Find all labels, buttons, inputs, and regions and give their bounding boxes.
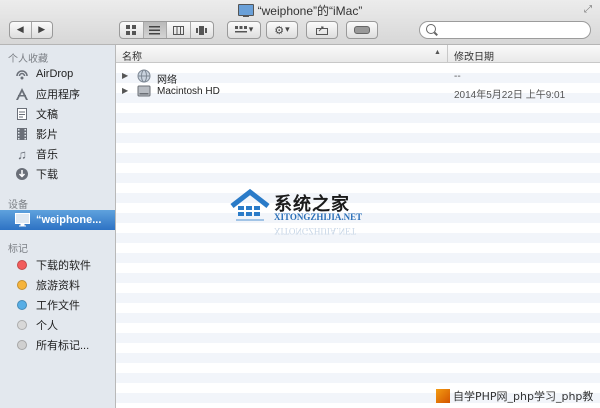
list-view-button[interactable] [143, 22, 167, 38]
hard-drive-icon [137, 84, 151, 98]
nav-buttons: ◀ ▶ [9, 21, 53, 39]
sidebar-item-label: 旅游资料 [36, 280, 80, 292]
file-date: -- [454, 71, 461, 82]
sidebar-tag-all[interactable]: 所有标记... [0, 335, 115, 355]
list-view-icon [149, 25, 161, 34]
sidebar-item-label: AirDrop [36, 68, 74, 80]
applications-icon [14, 86, 30, 102]
sidebar-item-label: 个人 [36, 320, 58, 332]
house-logo-icon [230, 188, 270, 221]
footer-watermark: 自学PHP网_php学习_php教 [436, 385, 600, 407]
blue-tag-icon [14, 297, 30, 313]
search-field[interactable] [419, 21, 591, 39]
sidebar-item-imac[interactable]: “weiphone... [0, 210, 115, 230]
sidebar-item-label: 文稿 [36, 109, 58, 121]
gray-tag-icon [14, 337, 30, 353]
column-divider[interactable] [447, 45, 448, 62]
sidebar-item-documents[interactable]: 文稿 [0, 104, 115, 124]
column-header: 名称 ▲ 修改日期 [116, 45, 600, 63]
sidebar-header-devices: 设备 [8, 200, 28, 211]
watermark-url: XITONGZHIJIA.NET [274, 212, 363, 222]
sidebar-item-label: 影片 [36, 129, 58, 141]
chevron-right-icon: ▶ [38, 25, 46, 35]
sidebar-tag-personal[interactable]: 个人 [0, 315, 115, 335]
share-button[interactable] [306, 21, 338, 39]
icon-view-button[interactable] [120, 22, 144, 38]
finder-window: “weiphone”的“iMac” ⤢ ◀ ▶ ▾ ⚙ ▾ 个人收藏 AirDr… [0, 0, 600, 408]
red-tag-icon [14, 257, 30, 273]
list-row-macintosh-hd[interactable]: ▶ Macintosh HD 2014年5月22日 上午9:01 [116, 84, 600, 101]
watermark: 系统之家 XITONGZHIJIA.NET XITONGZHIJIA.NET [228, 188, 378, 238]
sidebar-item-label: 工作文件 [36, 300, 80, 312]
airdrop-icon [14, 66, 30, 82]
sidebar-item-downloads[interactable]: 下载 [0, 164, 115, 184]
footer-watermark-text: 自学PHP网_php学习_php教 [453, 390, 594, 403]
sidebar-item-applications[interactable]: 应用程序 [0, 84, 115, 104]
music-icon: ♫ [17, 146, 27, 162]
list-row-network[interactable]: ▶ 网络 -- [116, 69, 600, 86]
sidebar-item-label: “weiphone... [36, 214, 102, 226]
sidebar-tag-downloaded-software[interactable]: 下载的软件 [0, 255, 115, 275]
coverflow-view-button[interactable] [191, 22, 214, 38]
sidebar: 个人收藏 AirDrop 应用程序 文稿 影片 ♫ 音乐 下载 设备 “weip… [0, 45, 116, 408]
window-title: “weiphone”的“iMac” [0, 2, 600, 18]
downloads-icon [14, 166, 30, 182]
chevron-down-icon: ▾ [285, 25, 290, 35]
sidebar-item-label: 下载 [36, 169, 58, 181]
arrange-icon [234, 25, 247, 32]
gray-tag-icon [14, 317, 30, 333]
share-icon [316, 26, 328, 35]
imac-icon [237, 4, 254, 17]
column-view-button[interactable] [167, 22, 191, 38]
orange-tag-icon [14, 277, 30, 293]
file-name: Macintosh HD [157, 86, 220, 97]
column-date-header[interactable]: 修改日期 [454, 48, 494, 63]
imac-icon [14, 212, 30, 228]
sidebar-item-label: 音乐 [36, 149, 58, 161]
view-mode-control [119, 21, 214, 39]
search-icon [426, 24, 436, 34]
chevron-down-icon: ▾ [248, 25, 254, 35]
chevron-left-icon: ◀ [16, 25, 24, 35]
site-logo-icon [436, 389, 450, 403]
sort-arrow-icon: ▲ [434, 49, 441, 56]
sidebar-tag-work[interactable]: 工作文件 [0, 295, 115, 315]
coverflow-view-icon [196, 25, 208, 35]
sidebar-item-airdrop[interactable]: AirDrop [0, 64, 115, 84]
window-title-text: “weiphone”的“iMac” [257, 4, 363, 18]
sidebar-tag-travel[interactable]: 旅游资料 [0, 275, 115, 295]
sidebar-item-label: 应用程序 [36, 89, 80, 101]
column-view-icon [172, 25, 184, 35]
search-input[interactable] [440, 23, 589, 39]
tags-button[interactable] [346, 21, 378, 39]
sidebar-header-tags: 标记 [8, 244, 28, 255]
sidebar-item-label: 下载的软件 [36, 260, 91, 272]
network-globe-icon [137, 69, 151, 83]
toolbar: “weiphone”的“iMac” ⤢ ◀ ▶ ▾ ⚙ ▾ [0, 0, 600, 45]
icon-view-icon [126, 25, 137, 35]
fullscreen-icon[interactable]: ⤢ [584, 4, 592, 15]
sidebar-item-label: 所有标记... [36, 340, 90, 352]
gear-icon: ⚙ [274, 23, 285, 37]
watermark-url-reflection: XITONGZHIJIA.NET [274, 226, 357, 236]
forward-button[interactable]: ▶ [32, 22, 53, 38]
file-name: 网络 [157, 75, 177, 86]
sidebar-item-music[interactable]: ♫ 音乐 [0, 144, 115, 164]
sidebar-item-movies[interactable]: 影片 [0, 124, 115, 144]
file-date: 2014年5月22日 上午9:01 [454, 90, 566, 101]
documents-icon [14, 106, 30, 122]
arrange-button[interactable]: ▾ [227, 21, 261, 39]
sidebar-header-favorites: 个人收藏 [8, 54, 48, 65]
back-button[interactable]: ◀ [10, 22, 32, 38]
disclosure-triangle-icon[interactable]: ▶ [122, 71, 128, 80]
column-name-header[interactable]: 名称 [122, 48, 142, 63]
movies-icon [14, 126, 30, 142]
tag-icon [354, 26, 370, 34]
disclosure-triangle-icon[interactable]: ▶ [122, 86, 128, 95]
action-button[interactable]: ⚙ ▾ [266, 21, 298, 39]
